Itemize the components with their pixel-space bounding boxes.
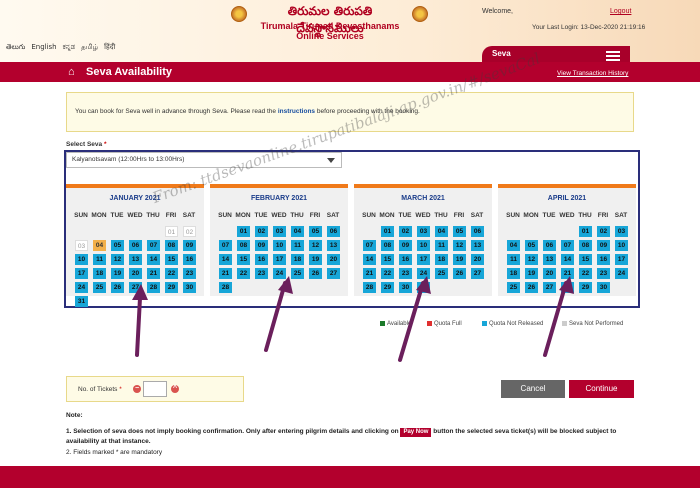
note-2: 2. Fields marked * are mandatory — [66, 449, 163, 456]
arrow-annotation — [135, 296, 142, 357]
arrowhead-icon — [559, 276, 574, 294]
continue-button[interactable]: Continue — [569, 380, 634, 398]
ticket-count-input[interactable] — [143, 381, 167, 397]
note-title: Note: — [66, 412, 83, 419]
tickets-label-text: No. of Tickets — [78, 386, 118, 393]
annotation-arrows — [132, 276, 574, 362]
required-marker: * — [119, 386, 122, 393]
arrowhead-icon — [132, 284, 148, 300]
increase-tickets-button[interactable]: ^ — [171, 385, 179, 393]
arrowhead-icon — [416, 276, 431, 294]
note-1: 1. Selection of seva does not imply book… — [66, 427, 636, 447]
tickets-label: No. of Tickets * — [78, 386, 122, 393]
arrowhead-icon — [278, 276, 293, 294]
cancel-button[interactable]: Cancel — [501, 380, 565, 398]
arrow-annotation — [398, 281, 425, 362]
note-1-text-before: 1. Selection of seva does not imply book… — [66, 428, 401, 435]
pay-now-badge: Pay Now — [400, 428, 432, 437]
decrease-tickets-button[interactable]: − — [133, 385, 141, 393]
site-footer — [0, 466, 700, 488]
arrow-annotation — [543, 281, 568, 357]
arrow-annotation — [264, 281, 287, 352]
